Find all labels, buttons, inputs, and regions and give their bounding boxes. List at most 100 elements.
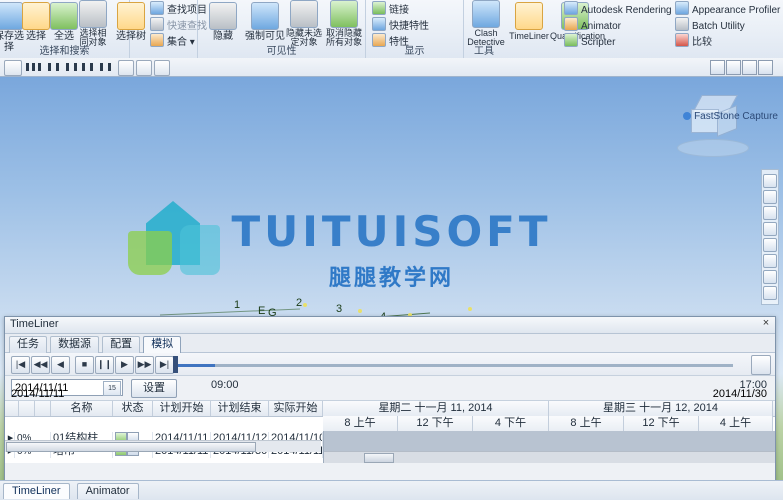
ribbon-button-label: 集合	[167, 37, 187, 48]
timeliner-title-text: TimeLiner	[10, 318, 59, 330]
viewbar-tick[interactable]	[82, 63, 85, 71]
gantt-chart-area[interactable]	[323, 431, 775, 463]
ribbon-button-links[interactable]: 链接	[372, 1, 409, 16]
table-horizontal-scrollbar[interactable]	[5, 440, 321, 452]
chevron-down-icon[interactable]: ▾	[190, 37, 195, 48]
viewbar-tick[interactable]	[26, 63, 29, 71]
timeline-slider-thumb[interactable]	[173, 356, 178, 373]
quick-find-icon	[150, 17, 164, 31]
clash-detective-icon	[472, 0, 500, 28]
column-header-planned-end[interactable]: 计划结束	[211, 401, 269, 416]
appearance-profiler-icon	[675, 1, 689, 15]
ribbon-button-clash-detective[interactable]: Clash Detective	[464, 0, 508, 47]
column-header-icon[interactable]	[19, 401, 35, 416]
bottom-tab-timeliner[interactable]: TimeLiner	[3, 483, 70, 499]
close-icon[interactable]: ×	[760, 318, 772, 330]
ribbon-button-batch-utility[interactable]: Batch Utility	[675, 17, 745, 32]
timeliner-titlebar: TimeLiner ×	[5, 317, 775, 334]
viewbar-tick[interactable]	[74, 63, 77, 71]
column-header-name[interactable]: 名称	[51, 401, 113, 416]
timeline-slider-track[interactable]	[173, 364, 733, 367]
select-all-icon	[50, 2, 78, 30]
selection-tree-icon	[117, 2, 145, 30]
ribbon-button-hide[interactable]: 隐藏	[202, 0, 244, 42]
ribbon-button-sets[interactable]: 集合 ▾	[150, 33, 195, 48]
viewbar-tick[interactable]	[108, 63, 111, 71]
ribbon-button-autodesk-rendering[interactable]: Autodesk Rendering	[564, 1, 672, 16]
timeliner-tabs: 任务 数据源 配置 模拟	[5, 334, 775, 353]
ribbon-button-hide-unselected[interactable]: 隐藏未选定对象	[284, 0, 324, 47]
select-icon	[22, 2, 50, 30]
ribbon-button-require[interactable]: 强制可见	[244, 0, 286, 42]
pencil-icon[interactable]	[751, 355, 771, 375]
column-header-status[interactable]: 状态	[113, 401, 153, 416]
viewbar-segment-mid3[interactable]	[154, 60, 170, 76]
timeliner-task-table[interactable]: 名称 状态 计划开始 计划结束 实际开始 实际结束 星期二 十一月 11, 20…	[5, 401, 775, 463]
find-items-icon	[150, 1, 164, 15]
column-header-actual-start[interactable]: 实际开始	[269, 401, 323, 416]
ribbon-button-animator[interactable]: Animator	[564, 17, 621, 32]
viewbar-tick[interactable]	[48, 63, 51, 71]
grid-marker-3: 3	[336, 303, 342, 315]
hide-icon	[209, 2, 237, 30]
viewbar-button-3[interactable]	[742, 60, 757, 75]
ribbon-button-quick-properties[interactable]: 快捷特性	[372, 17, 429, 32]
viewbar-tick[interactable]	[32, 63, 35, 71]
timeliner-icon	[515, 2, 543, 30]
column-header-icon2[interactable]	[35, 401, 51, 416]
playback-pause-button[interactable]: ❙❙	[95, 356, 114, 374]
playback-play-button[interactable]: ▶	[115, 356, 134, 374]
ribbon-button-select-same[interactable]: 选择相同对象	[78, 0, 108, 47]
viewbar-tick[interactable]	[100, 63, 103, 71]
ribbon-group-tools: Clash Detective TimeLiner Quantification…	[464, 0, 783, 58]
viewbar-segment-mid[interactable]	[118, 60, 134, 76]
tab-simulate[interactable]: 模拟	[143, 336, 181, 353]
tab-configure[interactable]: 配置	[102, 336, 140, 353]
ribbon-button-label: 全选	[54, 31, 74, 42]
ribbon-button-label: Batch Utility	[692, 21, 745, 32]
sets-icon	[150, 33, 164, 47]
ribbon-group-title: 工具	[324, 42, 644, 57]
ribbon-button-selection-tree[interactable]: 选择树	[114, 0, 148, 42]
playback-play-back-button[interactable]: ◀	[51, 356, 70, 374]
gantt-scroll-thumb[interactable]	[364, 453, 394, 463]
batch-utility-icon	[675, 17, 689, 31]
calendar-icon[interactable]: 15	[103, 381, 121, 396]
settings-button[interactable]: 设置	[131, 379, 177, 398]
gantt-hour-2-3: 4 上午	[699, 416, 773, 431]
tab-data-sources[interactable]: 数据源	[50, 336, 99, 353]
viewbar-tick[interactable]	[66, 63, 69, 71]
hide-unselected-icon	[290, 0, 318, 28]
navisworks-window: 保存选择 选择 全选 选择相同对象 选择和搜索 选择树 查找项目	[0, 0, 783, 500]
viewbar-button-1[interactable]	[710, 60, 725, 75]
viewbar-button-2[interactable]	[726, 60, 741, 75]
viewbar-tick[interactable]	[56, 63, 59, 71]
playback-end-button[interactable]: ▶|	[155, 356, 174, 374]
gantt-hour-2-1: 8 上午	[549, 416, 624, 431]
column-header-checkbox[interactable]	[5, 401, 19, 416]
ribbon-button-select-all[interactable]: 全选	[50, 0, 78, 42]
timeliner-panel[interactable]: TimeLiner × 任务 数据源 配置 模拟 |◀ ◀◀ ◀ ■ ❙❙ ▶ …	[4, 316, 776, 483]
gantt-hour-2-2: 12 下午	[624, 416, 699, 431]
playback-stop-button[interactable]: ■	[75, 356, 94, 374]
ribbon-button-select[interactable]: 选择	[22, 0, 50, 42]
ribbon-button-timeliner[interactable]: TimeLiner	[508, 0, 550, 42]
bottom-tab-animator[interactable]: Animator	[77, 483, 139, 499]
ribbon-button-unhide-all[interactable]: 取消隐藏所有对象	[324, 0, 364, 47]
viewbar-button-4[interactable]	[758, 60, 773, 75]
ribbon-button-appearance-profiler[interactable]: Appearance Profiler	[675, 1, 780, 16]
viewbar-segment-mid2[interactable]	[136, 60, 152, 76]
tab-tasks[interactable]: 任务	[9, 336, 47, 353]
column-header-planned-start[interactable]: 计划开始	[153, 401, 211, 416]
table-scroll-thumb[interactable]	[6, 442, 256, 452]
ribbon-button-compare[interactable]: 比较	[675, 33, 712, 48]
playback-step-back-button[interactable]: ◀◀	[31, 356, 50, 374]
playback-rewind-start-button[interactable]: |◀	[11, 356, 30, 374]
gantt-horizontal-scrollbar[interactable]	[324, 451, 775, 463]
gantt-day-header-1: 星期二 十一月 11, 2014	[323, 401, 549, 416]
viewbar-segment-left[interactable]	[4, 60, 22, 76]
start-date-label: 2014/11/11	[11, 388, 64, 400]
viewbar-tick[interactable]	[38, 63, 41, 71]
viewbar-tick[interactable]	[90, 63, 93, 71]
playback-step-forward-button[interactable]: ▶▶	[135, 356, 154, 374]
